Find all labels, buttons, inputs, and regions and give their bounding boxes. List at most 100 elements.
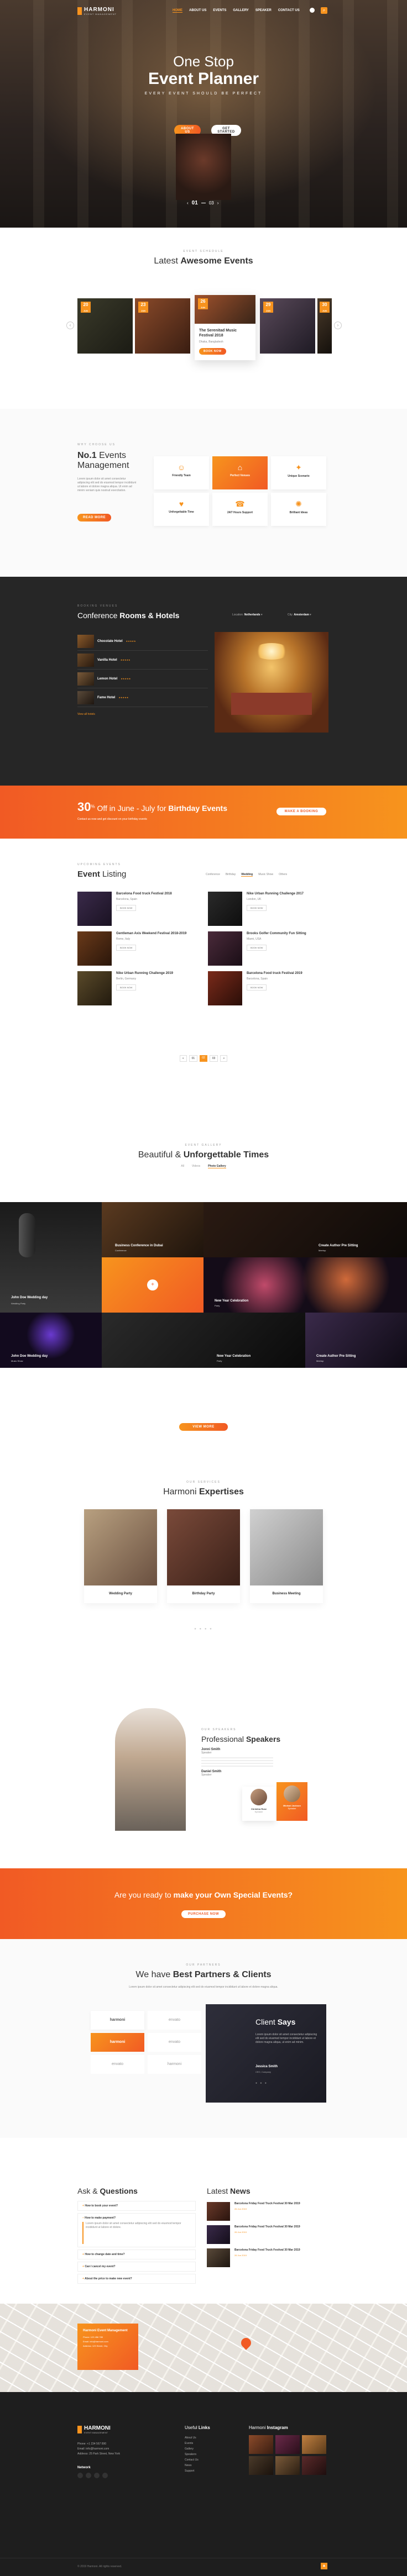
event-list-item[interactable]: Barcelona Food truck Festival 2018 Barcel… bbox=[77, 892, 199, 926]
hotel-item[interactable]: Chocolate Hotel ★★★★★ bbox=[77, 632, 208, 651]
logo[interactable]: HARMONI EVENT MANAGEMENT bbox=[77, 7, 117, 15]
nav-speaker[interactable]: SPEAKER bbox=[255, 9, 272, 13]
page-next[interactable]: » bbox=[220, 1055, 228, 1062]
page-3[interactable]: 03 bbox=[209, 1055, 218, 1062]
news-item[interactable]: Barcelona Friday Food Truck Festival 30 … bbox=[207, 2248, 328, 2267]
instagram-thumb[interactable] bbox=[249, 2435, 273, 2454]
speaker-mini-profile[interactable]: Jonni Smith Speaker bbox=[201, 1748, 273, 1768]
expertise-card[interactable]: Wedding Party bbox=[84, 1509, 157, 1603]
faq-item-open[interactable]: – How to make payment? Lorem ipsum dolor… bbox=[77, 2213, 196, 2247]
user-icon[interactable] bbox=[310, 8, 315, 13]
filter-all[interactable]: All bbox=[181, 1165, 184, 1168]
nav-home[interactable]: HOME bbox=[173, 9, 182, 13]
instagram-thumb[interactable] bbox=[275, 2435, 300, 2454]
book-now-button[interactable]: BOOK NOW bbox=[247, 984, 267, 991]
book-now-button[interactable]: BOOK NOW bbox=[199, 348, 226, 355]
instagram-thumb[interactable] bbox=[249, 2456, 273, 2475]
book-now-button[interactable]: BOOK NOW bbox=[116, 984, 137, 991]
feature-card-active[interactable]: ⌂ Perfect Venues bbox=[212, 456, 268, 489]
map-background[interactable] bbox=[0, 2304, 407, 2392]
view-more-button[interactable]: VIEW MORE bbox=[179, 1423, 228, 1431]
feature-card[interactable]: ✺ Brilliant Ideas bbox=[271, 493, 326, 526]
event-card-image[interactable]: 20 JUN bbox=[77, 298, 133, 354]
featured-event-card[interactable]: 26 JUN The Serenitad Music Festival 2018 … bbox=[195, 295, 255, 360]
city-filter[interactable]: City: Amsterdam ▾ bbox=[288, 613, 311, 617]
back-to-top-icon[interactable]: ▲ bbox=[321, 2563, 327, 2569]
purchase-now-button[interactable]: PURCHASE NOW bbox=[181, 1910, 226, 1918]
gallery-tile[interactable]: Create Author Pre Sitting Meetup bbox=[305, 1313, 407, 1368]
partner-logo[interactable]: harmoni bbox=[91, 2011, 144, 2030]
instagram-icon[interactable] bbox=[94, 2473, 100, 2478]
instagram-thumb[interactable] bbox=[302, 2435, 326, 2454]
news-item[interactable]: Barcelona Friday Food Truck Festival 30 … bbox=[207, 2225, 328, 2244]
partner-logo[interactable]: envato bbox=[91, 2055, 144, 2074]
expertise-card[interactable]: Birthday Party bbox=[167, 1509, 240, 1603]
faq-item[interactable]: + About the price to make new event? bbox=[77, 2274, 196, 2284]
expertise-card[interactable]: Business Meeting bbox=[250, 1509, 323, 1603]
faq-item[interactable]: + How to book your event? bbox=[77, 2201, 196, 2211]
gallery-tile[interactable]: John Doe Wedding day Music Show bbox=[0, 1313, 102, 1368]
event-list-item[interactable]: Barcelona Food truck Festival 2019 Barcel… bbox=[208, 971, 330, 1005]
book-now-button[interactable]: BOOK NOW bbox=[247, 945, 267, 951]
footer-link[interactable]: Events bbox=[185, 2441, 199, 2446]
instagram-thumb[interactable] bbox=[302, 2456, 326, 2475]
page-1[interactable]: 01 bbox=[189, 1055, 198, 1062]
tab-others[interactable]: Others bbox=[279, 873, 287, 877]
event-card-image[interactable]: 30 JUN bbox=[317, 298, 332, 354]
gallery-tile[interactable]: New Year Celebration Party bbox=[102, 1313, 305, 1368]
feature-card[interactable]: ♥ Unforgettable Time bbox=[154, 493, 209, 526]
gallery-tile[interactable]: New Year Celebration Party bbox=[204, 1257, 407, 1313]
tab-wedding[interactable]: Wedding bbox=[241, 873, 253, 877]
hotel-item[interactable]: Lemon Hotel ★★★★★ bbox=[77, 670, 208, 688]
gallery-tile[interactable]: Create Author Pre Sitting Meetup bbox=[204, 1202, 407, 1257]
hotel-item[interactable]: Vanilla Hotel ★★★★★ bbox=[77, 651, 208, 670]
event-card-image[interactable]: 23 JUN bbox=[135, 298, 190, 354]
faq-item[interactable]: + How to change date and time? bbox=[77, 2250, 196, 2259]
slider-prev-icon[interactable]: ‹ bbox=[187, 201, 189, 206]
book-now-button[interactable]: BOOK NOW bbox=[116, 945, 137, 951]
events-next-icon[interactable]: › bbox=[334, 322, 342, 329]
filter-videos[interactable]: Videos bbox=[192, 1165, 200, 1168]
events-prev-icon[interactable]: ‹ bbox=[66, 322, 74, 329]
nav-events[interactable]: EVENTS bbox=[213, 9, 226, 13]
read-more-button[interactable]: READ MORE bbox=[77, 514, 112, 521]
page-2[interactable]: 02 bbox=[200, 1055, 207, 1062]
speaker-mini-profile[interactable]: Daniel Smith Speaker bbox=[201, 1770, 273, 1777]
speaker-card-active[interactable]: Michael Jackson Speaker bbox=[276, 1782, 307, 1821]
event-list-item[interactable]: Gentleman Axis Weekend Festival 2018-201… bbox=[77, 931, 199, 966]
book-now-button[interactable]: BOOK NOW bbox=[247, 905, 267, 911]
faq-item[interactable]: + Can I cancel my event? bbox=[77, 2262, 196, 2272]
facebook-icon[interactable] bbox=[77, 2473, 83, 2478]
slider-next-icon[interactable]: › bbox=[217, 201, 219, 206]
footer-link[interactable]: News bbox=[185, 2463, 199, 2468]
nav-about[interactable]: ABOUT US bbox=[189, 9, 206, 13]
footer-link[interactable]: Support bbox=[185, 2468, 199, 2474]
event-card-image[interactable]: 29 JUN bbox=[260, 298, 315, 354]
nav-gallery[interactable]: GALLERY bbox=[233, 9, 248, 13]
event-list-item[interactable]: Brooks Golfer Community Fun Sitting Miami… bbox=[208, 931, 330, 966]
partner-logo[interactable]: envato bbox=[148, 2011, 201, 2030]
event-list-item[interactable]: Nike Urban Running Challenge 2019 Berlin,… bbox=[77, 971, 199, 1005]
feature-card[interactable]: ☎ 24/7 Hours Support bbox=[212, 493, 268, 526]
nav-contact[interactable]: CONTACT US bbox=[278, 9, 300, 13]
instagram-thumb[interactable] bbox=[275, 2456, 300, 2475]
partner-logo[interactable]: harmoni bbox=[148, 2055, 201, 2074]
twitter-icon[interactable] bbox=[86, 2473, 91, 2478]
view-all-hotels-link[interactable]: View all hotels bbox=[77, 713, 208, 716]
tab-music-show[interactable]: Music Show bbox=[258, 873, 273, 877]
footer-link[interactable]: Speakers bbox=[185, 2452, 199, 2457]
partner-logo[interactable]: envato bbox=[148, 2033, 201, 2052]
feature-card[interactable]: ☺ Friendly Team bbox=[154, 456, 209, 489]
search-icon[interactable]: ⌕ bbox=[321, 7, 327, 14]
filter-photos[interactable]: Photo Gallery bbox=[208, 1165, 226, 1168]
tab-birthday[interactable]: Birthday bbox=[226, 873, 236, 877]
location-filter[interactable]: Location: Netherlands ▾ bbox=[232, 613, 263, 617]
footer-link[interactable]: Gallery bbox=[185, 2446, 199, 2452]
linkedin-icon[interactable] bbox=[102, 2473, 108, 2478]
gallery-tile[interactable]: John Doe Wedding day Wedding Party bbox=[0, 1202, 102, 1313]
speaker-card[interactable]: Christina Rose Speaker bbox=[242, 1787, 275, 1821]
partner-logo-active[interactable]: harmoni bbox=[91, 2033, 144, 2052]
hotel-item[interactable]: Fame Hotel ★★★★★ bbox=[77, 688, 208, 707]
book-now-button[interactable]: BOOK NOW bbox=[116, 905, 137, 911]
tab-conference[interactable]: Conference bbox=[206, 873, 220, 877]
